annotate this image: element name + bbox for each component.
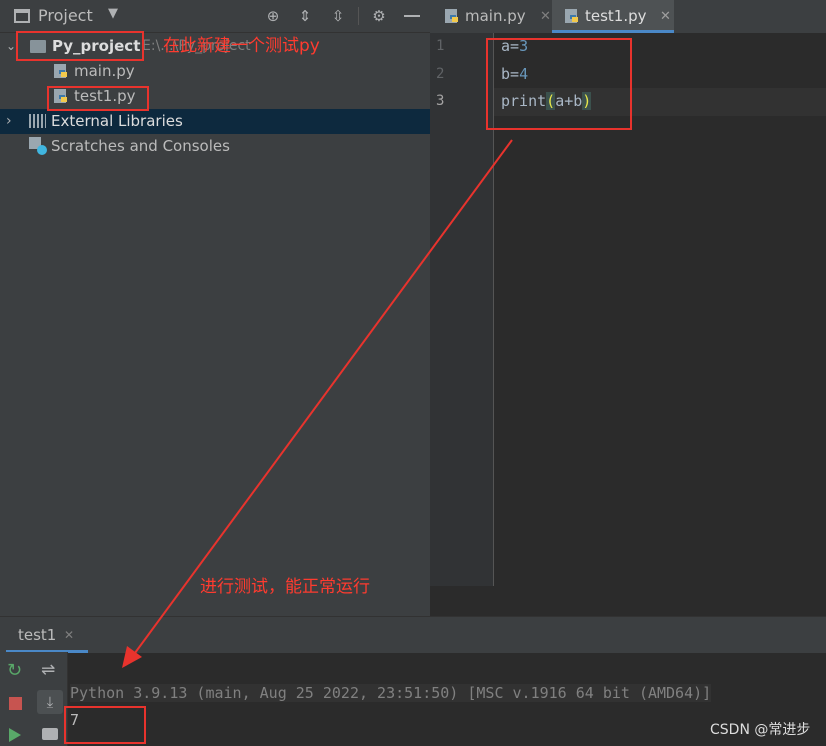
annotation-arrow — [122, 139, 513, 668]
watermark: CSDN @常进步 — [710, 722, 811, 738]
